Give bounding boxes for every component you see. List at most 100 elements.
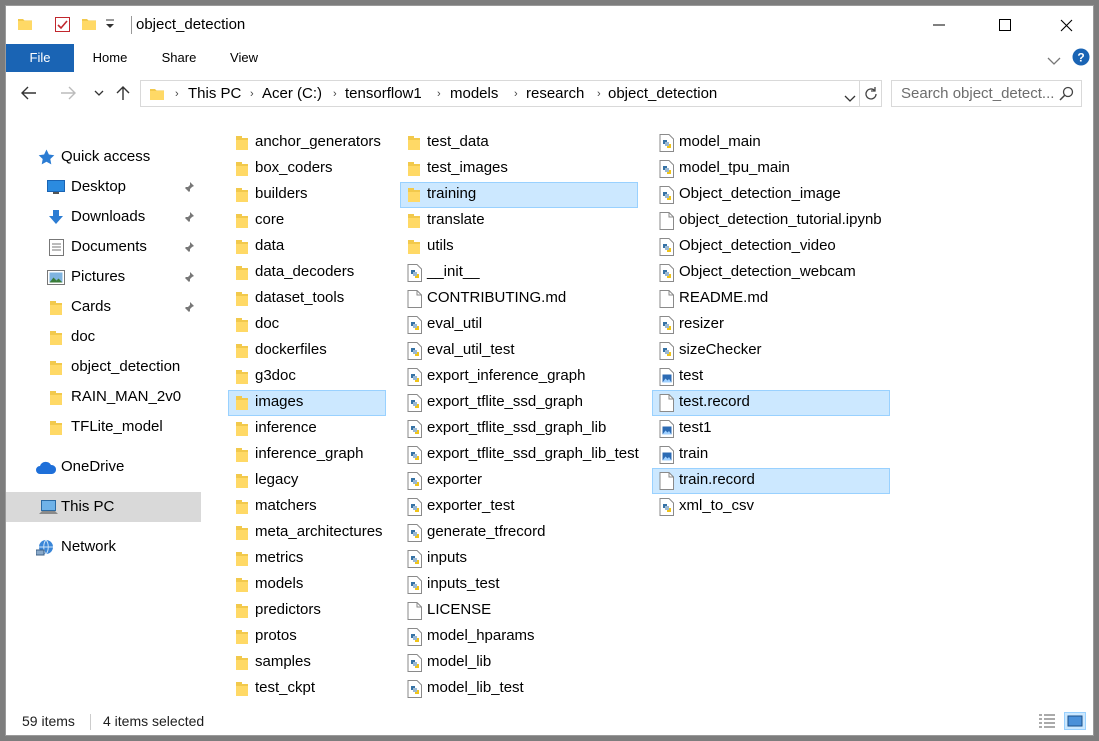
file-item[interactable]: export_tflite_ssd_graph_lib_test (400, 442, 639, 468)
file-item[interactable]: train.record (652, 468, 890, 494)
close-button[interactable] (1043, 6, 1089, 44)
folder-item[interactable]: matchers (228, 494, 386, 520)
folder-item[interactable]: images (228, 390, 386, 416)
nav-item-downloads[interactable]: Downloads (6, 202, 201, 232)
refresh-icon[interactable] (863, 86, 879, 107)
file-item[interactable]: xml_to_csv (652, 494, 890, 520)
folder-item[interactable]: predictors (228, 598, 386, 624)
folder-item[interactable]: meta_architectures (228, 520, 386, 546)
nav-network[interactable]: Network (6, 532, 201, 562)
folder-item[interactable]: legacy (228, 468, 386, 494)
file-item[interactable]: export_inference_graph (400, 364, 638, 390)
file-item[interactable]: exporter (400, 468, 638, 494)
breadcrumb-object-detection[interactable]: object_detection (608, 85, 717, 102)
folder-item[interactable]: builders (228, 182, 386, 208)
pin-icon[interactable] (183, 180, 195, 198)
breadcrumb-acer-c[interactable]: Acer (C:) (262, 85, 322, 102)
folder-item[interactable]: core (228, 208, 386, 234)
file-item[interactable]: test1 (652, 416, 890, 442)
file-item[interactable]: model_tpu_main (652, 156, 890, 182)
properties-icon[interactable] (54, 16, 71, 38)
folder-item[interactable]: data_decoders (228, 260, 386, 286)
file-item[interactable]: model_lib (400, 650, 638, 676)
nav-quick-access[interactable]: Quick access (6, 142, 201, 172)
file-item[interactable]: object_detection_tutorial.ipynb (652, 208, 890, 234)
folder-item[interactable]: g3doc (228, 364, 386, 390)
file-item[interactable]: eval_util (400, 312, 638, 338)
address-dropdown-icon[interactable] (844, 90, 856, 108)
search-icon[interactable] (1059, 86, 1074, 106)
minimize-button[interactable] (916, 6, 962, 44)
folder-item[interactable]: utils (400, 234, 638, 260)
file-item[interactable]: test (652, 364, 890, 390)
file-item[interactable]: Object_detection_video (652, 234, 890, 260)
folder-item[interactable]: data (228, 234, 386, 260)
pin-icon[interactable] (183, 270, 195, 288)
folder-item[interactable]: box_coders (228, 156, 386, 182)
file-item[interactable]: model_lib_test (400, 676, 638, 702)
file-item[interactable]: train (652, 442, 890, 468)
nav-item-documents[interactable]: Documents (6, 232, 201, 262)
address-bar[interactable]: › This PC › Acer (C:) › tensorflow1 › mo… (140, 80, 882, 107)
nav-item-rain-man[interactable]: RAIN_MAN_2v0 (6, 382, 201, 412)
nav-item-object-detection[interactable]: object_detection (6, 352, 201, 382)
details-view-icon[interactable] (1038, 713, 1056, 734)
file-item[interactable]: export_tflite_ssd_graph (400, 390, 638, 416)
file-item[interactable]: README.md (652, 286, 890, 312)
new-folder-icon[interactable] (81, 16, 97, 37)
folder-item[interactable]: test_images (400, 156, 638, 182)
customize-toolbar-icon[interactable] (105, 18, 115, 36)
file-item[interactable]: Object_detection_webcam (652, 260, 890, 286)
file-item[interactable]: CONTRIBUTING.md (400, 286, 638, 312)
nav-item-desktop[interactable]: Desktop (6, 172, 201, 202)
folder-item[interactable]: test_ckpt (228, 676, 386, 702)
nav-item-doc[interactable]: doc (6, 322, 201, 352)
nav-item-pictures[interactable]: Pictures (6, 262, 201, 292)
folder-item[interactable]: test_data (400, 130, 638, 156)
file-item[interactable]: Object_detection_image (652, 182, 890, 208)
folder-item[interactable]: translate (400, 208, 638, 234)
file-item[interactable]: __init__ (400, 260, 638, 286)
nav-item-tflite-model[interactable]: TFLite_model (6, 412, 201, 442)
forward-button[interactable] (57, 82, 79, 104)
search-input[interactable]: Search object_detect... (901, 85, 1054, 102)
folder-item[interactable]: inference_graph (228, 442, 386, 468)
folder-item[interactable]: metrics (228, 546, 386, 572)
file-item[interactable]: generate_tfrecord (400, 520, 638, 546)
tab-file[interactable]: File (6, 44, 74, 72)
large-icons-view-icon[interactable] (1064, 712, 1086, 730)
breadcrumb-tensorflow1[interactable]: tensorflow1 (345, 85, 422, 102)
folder-item[interactable]: models (228, 572, 386, 598)
tab-home[interactable]: Home (82, 44, 138, 72)
folder-item[interactable]: dataset_tools (228, 286, 386, 312)
folder-item[interactable]: doc (228, 312, 386, 338)
folder-item[interactable]: anchor_generators (228, 130, 386, 156)
breadcrumb-this-pc[interactable]: This PC (188, 85, 241, 102)
file-item[interactable]: eval_util_test (400, 338, 638, 364)
nav-onedrive[interactable]: OneDrive (6, 452, 201, 482)
nav-this-pc[interactable]: This PC (6, 492, 201, 522)
breadcrumb-models[interactable]: models (450, 85, 498, 102)
file-item[interactable]: export_tflite_ssd_graph_lib (400, 416, 638, 442)
help-icon[interactable]: ? (1072, 48, 1090, 71)
pin-icon[interactable] (183, 240, 195, 258)
recent-locations-button[interactable] (88, 82, 110, 104)
pin-icon[interactable] (183, 210, 195, 228)
file-item[interactable]: inputs (400, 546, 638, 572)
file-item[interactable]: inputs_test (400, 572, 638, 598)
tab-share[interactable]: Share (152, 44, 206, 72)
folder-item[interactable]: samples (228, 650, 386, 676)
folder-item[interactable]: inference (228, 416, 386, 442)
folder-item[interactable]: training (400, 182, 638, 208)
folder-item[interactable]: dockerfiles (228, 338, 386, 364)
file-item[interactable]: test.record (652, 390, 890, 416)
file-item[interactable]: sizeChecker (652, 338, 890, 364)
breadcrumb-research[interactable]: research (526, 85, 584, 102)
nav-item-cards[interactable]: Cards (6, 292, 201, 322)
maximize-button[interactable] (982, 6, 1028, 44)
tab-view[interactable]: View (218, 44, 270, 72)
pin-icon[interactable] (183, 300, 195, 318)
file-item[interactable]: exporter_test (400, 494, 638, 520)
search-box[interactable]: Search object_detect... (891, 80, 1082, 107)
folder-item[interactable]: protos (228, 624, 386, 650)
